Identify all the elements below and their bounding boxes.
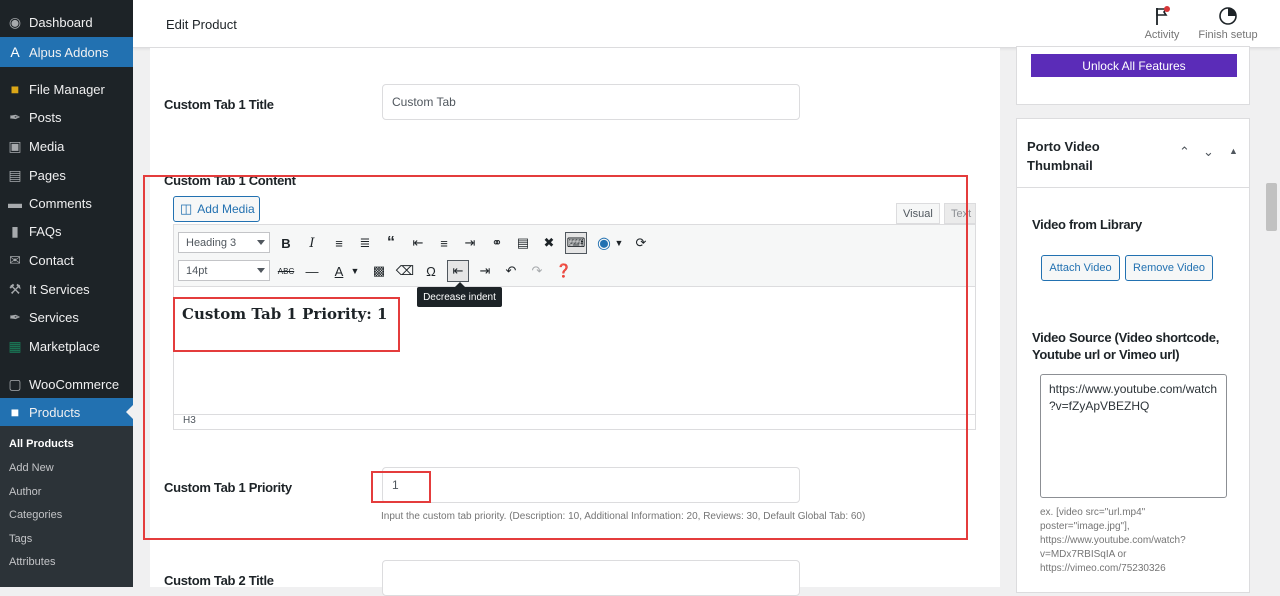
sidebar-item-products[interactable]: ■ Products [0,398,133,426]
sidebar-item-pages[interactable]: ▤ Pages [0,161,133,189]
video-source-textarea[interactable]: https://www.youtube.com/watch ?v=fZyApVB… [1040,374,1227,498]
example-line: poster="image.jpg"], [1040,521,1130,532]
sidebar-item-media[interactable]: ▣ Media [0,132,133,160]
sidebar-item-label: Contact [29,252,74,268]
sidebar-item-file-manager[interactable]: ■ File Manager [0,75,133,103]
finish-setup-button[interactable]: Finish setup [1198,6,1258,41]
progress-circle-icon [1219,7,1237,25]
sidebar-item-contact[interactable]: ✉ Contact [0,246,133,274]
porto-video-thumbnail-panel: Porto Video Thumbnail ⌃ ⌄ ▲ Video from L… [1016,118,1250,593]
highlight-box [371,471,431,503]
dashboard-icon: ◉ [8,13,22,30]
sidebar-item-label: Alpus Addons [29,44,109,60]
admin-sidebar: ◉ Dashboard A Alpus Addons ■ File Manager ✒… [0,0,133,587]
folder-icon: ■ [10,81,20,97]
highlight-box [143,175,968,540]
top-bar: Edit Product Activity Finish setup [133,0,1280,48]
unlock-all-features-button[interactable]: Unlock All Features [1031,54,1237,77]
flag-icon [1156,6,1170,25]
video-library-label: Video from Library [1032,217,1142,232]
scrollbar-thumb[interactable] [1266,183,1277,231]
sidebar-item-dashboard[interactable]: ◉ Dashboard [0,8,133,36]
mail-icon: ✉ [9,251,21,268]
submenu-all-products[interactable]: All Products [9,438,74,450]
sidebar-item-posts[interactable]: ✒ Posts [0,103,133,131]
media-icon: ▣ [8,137,22,154]
comment-icon: ▬ [8,195,22,211]
custom-tab-1-title-input[interactable]: Custom Tab [382,84,800,120]
alpus-icon: A [10,44,20,60]
sidebar-item-services[interactable]: ✒ Services [0,303,133,331]
tools-icon: ⚒ [8,280,22,297]
panel-title-line: Porto Video [1027,139,1100,154]
remove-video-button[interactable]: Remove Video [1125,255,1213,281]
page-title: Edit Product [166,17,237,32]
sidebar-item-label: Dashboard [29,14,93,30]
woo-icon: ▢ [8,375,22,392]
pin-icon: ✒ [9,108,21,125]
sidebar-item-label: Marketplace [29,338,100,354]
label-line: Video Source (Video shortcode, [1032,330,1220,345]
sidebar-item-marketplace[interactable]: ▦ Marketplace [0,332,133,360]
sidebar-item-label: Pages [29,167,66,183]
sidebar-item-label: Services [29,309,79,325]
video-source-example: ex. [video src="url.mp4" poster="image.j… [1040,506,1186,576]
sidebar-item-label: WooCommerce [29,376,120,392]
submenu-attributes[interactable]: Attributes [9,556,55,568]
sidebar-item-label: Media [29,138,65,154]
divider [1017,187,1249,188]
product-data-panel: Custom Tab 1 Title Custom Tab Custom Tab… [143,48,1000,596]
right-sidebar: Unlock All Features Porto Video Thumbnai… [1016,46,1250,593]
sidebar-item-label: FAQs [29,223,62,239]
sidebar-item-label: Posts [29,109,62,125]
pages-icon: ▤ [8,166,22,183]
example-line: ex. [video src="url.mp4" [1040,507,1146,518]
sidebar-item-label: It Services [29,281,90,297]
attach-video-button[interactable]: Attach Video [1041,255,1120,281]
toggle-panel-icon[interactable]: ▲ [1229,146,1238,156]
example-line: v=MDx7RBISqIA or [1040,549,1127,560]
sidebar-item-comments[interactable]: ▬ Comments [0,189,133,217]
sidebar-item-label: Comments [29,195,92,211]
chevron-up-icon[interactable]: ⌃ [1179,144,1190,160]
sidebar-item-woocommerce[interactable]: ▢ WooCommerce [0,370,133,398]
chevron-down-icon[interactable]: ⌄ [1203,144,1214,160]
activity-label: Activity [1144,29,1180,41]
submenu-categories[interactable]: Categories [9,509,62,521]
products-submenu: All Products Add New Author Categories T… [0,426,133,587]
sidebar-item-it-services[interactable]: ⚒ It Services [0,275,133,303]
sidebar-item-faqs[interactable]: ▮ FAQs [0,217,133,245]
submenu-author[interactable]: Author [9,486,41,498]
example-line: https://www.youtube.com/watch? [1040,535,1186,546]
sidebar-item-label: File Manager [29,81,105,97]
panel-title: Porto Video Thumbnail [1027,137,1100,175]
archive-icon: ■ [10,404,20,420]
video-source-label: Video Source (Video shortcode, Youtube u… [1032,329,1219,363]
book-icon: ▮ [11,222,19,239]
highlight-box [173,297,400,352]
submenu-add-new[interactable]: Add New [9,462,54,474]
activity-button[interactable]: Activity [1139,6,1185,41]
submenu-tags[interactable]: Tags [9,533,32,545]
custom-tab-2-title-label: Custom Tab 2 Title [164,573,274,588]
sidebar-item-alpus-addons[interactable]: A Alpus Addons [0,37,133,67]
sidebar-item-label: Products [29,404,81,420]
custom-tab-1-title-label: Custom Tab 1 Title [164,97,274,112]
textarea-line: https://www.youtube.com/watch [1049,382,1218,396]
textarea-line: ?v=fZyApVBEZHQ [1049,399,1150,413]
custom-tab-2-title-input[interactable] [382,560,800,596]
grid-icon: ▦ [8,337,22,354]
finish-setup-label: Finish setup [1198,29,1258,41]
upgrade-panel: Unlock All Features [1016,46,1250,105]
example-line: https://vimeo.com/75230326 [1040,563,1166,574]
label-line: Youtube url or Vimeo url) [1032,347,1180,362]
panel-title-line: Thumbnail [1027,158,1093,173]
pin-icon: ✒ [9,308,21,325]
